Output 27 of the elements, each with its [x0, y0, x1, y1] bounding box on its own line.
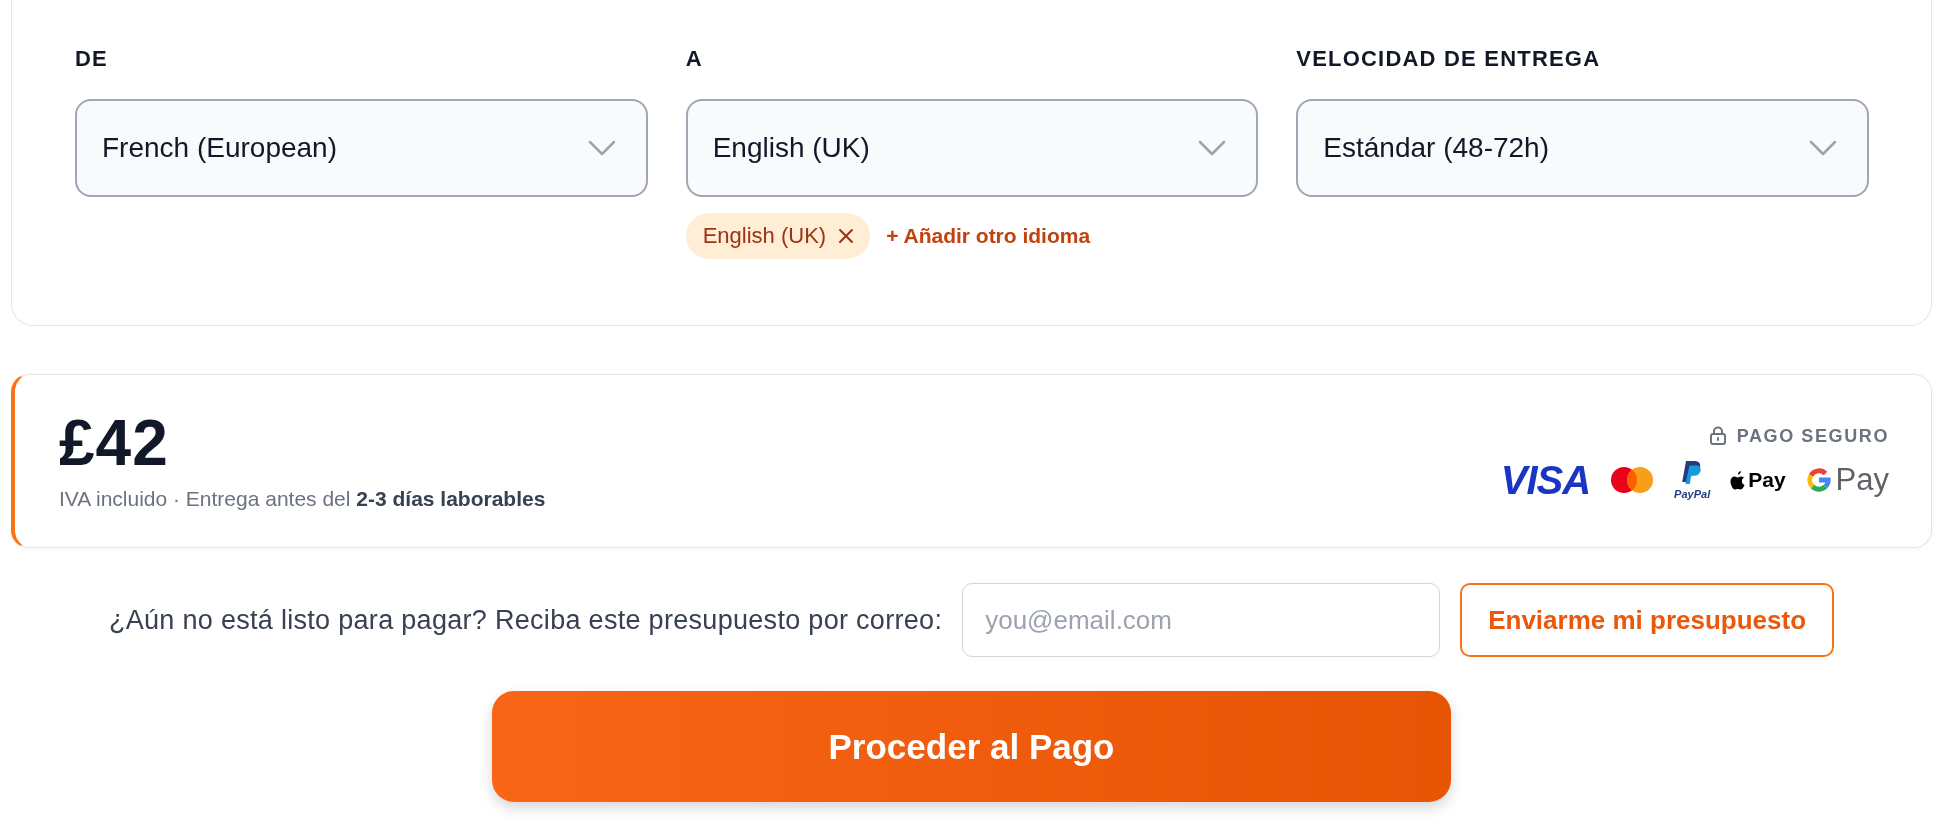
email-prompt: ¿Aún no está listo para pagar? Reciba este presupuesto por correo: [108, 604, 943, 636]
close-icon[interactable] [838, 228, 855, 244]
paypal-wordmark: PayPal [1674, 487, 1711, 500]
field-label: VELOCIDAD DE ENTREGA [1296, 46, 1601, 72]
delivery-note: IVA incluido · Entrega antes del 2-3 días laborables [59, 486, 546, 512]
apple-icon [1730, 470, 1747, 490]
add-language-link[interactable]: + Añadir otro idioma [886, 224, 1091, 248]
pay-label: Pay [1835, 463, 1889, 497]
chevron-down-icon [1198, 140, 1227, 156]
pay-label: Pay [1748, 468, 1786, 492]
secure-payment-label: PAGO SEGURO [1736, 424, 1889, 447]
chevron-down-icon [587, 140, 616, 156]
lock-icon [1708, 426, 1727, 445]
chevron-down-icon [1809, 140, 1837, 156]
source-language-select[interactable]: French (European) [75, 99, 648, 197]
g-logo-icon [1805, 467, 1832, 493]
field-label: DE [75, 46, 108, 72]
visa-logo: VISA [1500, 464, 1591, 496]
email-input-field[interactable]: you@email.com [962, 583, 1441, 657]
send-quote-button[interactable]: Enviarme mi presupuesto [1460, 583, 1835, 657]
p-monogram-icon [1681, 460, 1704, 487]
overlapping-circles-icon [1610, 466, 1655, 494]
tag-label: English (UK) [702, 223, 827, 249]
price-amount: £42 [59, 411, 169, 475]
target-language-select[interactable]: English (UK) [685, 99, 1259, 197]
delivery-speed-select[interactable]: Estándar (48-72h) [1296, 99, 1869, 197]
field-label: A [685, 46, 703, 72]
